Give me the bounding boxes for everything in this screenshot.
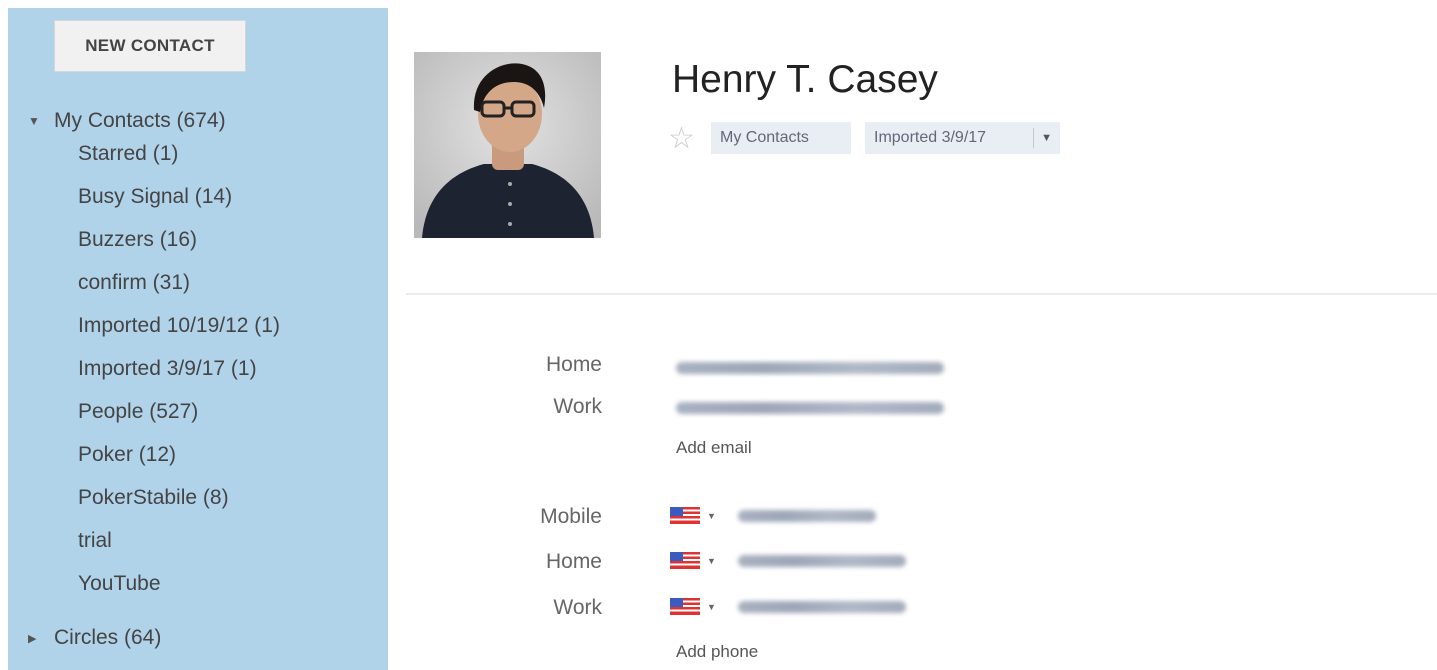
sidebar-item-group[interactable]: YouTube (78, 568, 280, 611)
triangle-right-icon[interactable]: ▶ (28, 623, 54, 655)
sidebar-item-group[interactable]: trial (78, 525, 280, 568)
add-email-link[interactable]: Add email (676, 438, 752, 458)
sidebar-item-circles[interactable]: ▶ Circles (64) (28, 622, 161, 654)
phone-label-home: Home (545, 550, 602, 573)
group-tag-label: My Contacts (720, 129, 809, 146)
phone-value-home[interactable] (738, 555, 906, 567)
contact-photo[interactable] (414, 52, 601, 238)
phone-value-mobile[interactable] (738, 510, 876, 522)
star-outline-icon[interactable]: ☆ (668, 124, 698, 154)
chevron-down-icon[interactable]: ▼ (707, 556, 716, 566)
chevron-down-icon[interactable]: ▼ (1041, 122, 1052, 154)
section-divider (406, 293, 1437, 295)
email-value-work[interactable] (676, 402, 944, 414)
sidebar-item-group[interactable]: Starred (1) (78, 138, 280, 181)
us-flag-icon[interactable] (670, 507, 700, 524)
group-tag-my-contacts[interactable]: My Contacts (711, 122, 851, 154)
phone-label-mobile: Mobile (540, 505, 602, 528)
email-label-home: Home (545, 353, 602, 376)
group-tag-label: Imported 3/9/17 (874, 129, 987, 146)
phone-value-work[interactable] (738, 601, 906, 613)
group-tag-imported[interactable]: Imported 3/9/17 ▼ (865, 122, 1060, 154)
sidebar-item-group[interactable]: Poker (12) (78, 439, 280, 482)
chevron-down-icon[interactable]: ▼ (707, 511, 716, 521)
avatar (414, 52, 601, 238)
us-flag-icon[interactable] (670, 552, 700, 569)
sidebar-item-group[interactable]: Imported 3/9/17 (1) (78, 353, 280, 396)
sidebar-item-label: My Contacts (674) (54, 109, 226, 132)
add-phone-link[interactable]: Add phone (676, 642, 758, 662)
tag-separator (1033, 128, 1034, 148)
triangle-down-icon[interactable]: ▼ (28, 105, 54, 137)
us-flag-icon[interactable] (670, 598, 700, 615)
sidebar-item-group[interactable]: People (527) (78, 396, 280, 439)
phone-label-work: Work (553, 596, 602, 619)
email-value-home[interactable] (676, 362, 944, 374)
sidebar-item-group[interactable]: PokerStabile (8) (78, 482, 280, 525)
sidebar-item-my-contacts[interactable]: ▼ My Contacts (674) (28, 105, 226, 137)
new-contact-button[interactable]: NEW CONTACT (54, 20, 246, 72)
sidebar-item-label: Circles (64) (54, 626, 162, 649)
chevron-down-icon[interactable]: ▼ (707, 602, 716, 612)
contact-name: Henry T. Casey (672, 58, 938, 101)
sidebar-item-group[interactable]: Imported 10/19/12 (1) (78, 310, 280, 353)
sidebar: NEW CONTACT ▼ My Contacts (674) Starred (… (8, 8, 388, 670)
sidebar-item-group[interactable]: confirm (31) (78, 267, 280, 310)
email-label-work: Work (553, 395, 602, 418)
contact-group-list: Starred (1) Busy Signal (14) Buzzers (16… (78, 138, 280, 611)
sidebar-item-group[interactable]: Busy Signal (14) (78, 181, 280, 224)
sidebar-item-group[interactable]: Buzzers (16) (78, 224, 280, 267)
